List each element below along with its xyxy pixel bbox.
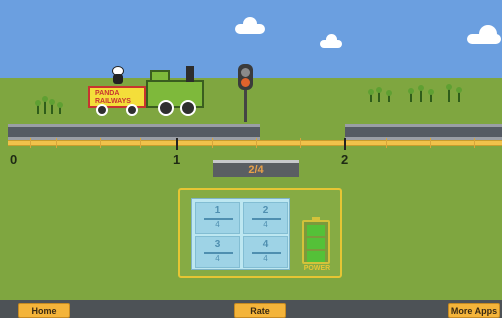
tick-label-2: 2 xyxy=(341,152,349,167)
fraction-card[interactable]: 4 4 xyxy=(243,236,288,268)
number-line-tie xyxy=(300,138,301,148)
fraction-card[interactable]: 2 4 xyxy=(243,202,288,234)
tree-cluster-right xyxy=(368,84,468,102)
fraction-card-grid: 1 4 2 4 3 4 4 4 xyxy=(191,198,290,270)
wheel-icon xyxy=(126,104,138,116)
game-stage: PANDA RAILWAYS 0 1 2 2/4 1 4 2 4 3 4 4 4… xyxy=(0,0,502,318)
number-line-tie xyxy=(256,138,257,148)
card-denominator: 4 xyxy=(215,220,220,229)
number-line-tie xyxy=(140,138,141,148)
fraction-display: 2/4 xyxy=(213,160,299,177)
traffic-signal-icon xyxy=(238,64,253,90)
number-line-tie xyxy=(30,138,31,148)
more-apps-button[interactable]: More Apps xyxy=(448,303,500,318)
card-denominator: 4 xyxy=(215,254,220,263)
card-numerator: 4 xyxy=(262,239,269,250)
chimney xyxy=(186,66,194,82)
tick-label-0: 0 xyxy=(10,152,18,167)
fraction-card[interactable]: 3 4 xyxy=(195,236,240,268)
home-button[interactable]: Home xyxy=(18,303,70,318)
rate-button[interactable]: Rate xyxy=(234,303,286,318)
battery-cell xyxy=(307,225,325,236)
number-line-tie xyxy=(100,138,101,148)
number-line xyxy=(8,140,502,146)
power-label: POWER xyxy=(303,265,331,272)
number-line-tie xyxy=(386,138,387,148)
fraction-value: 2/4 xyxy=(248,164,264,176)
battery-cell xyxy=(307,251,325,262)
panda-icon xyxy=(110,66,126,84)
number-line-tie xyxy=(212,138,213,148)
answer-panel: 1 4 2 4 3 4 4 4 POWER xyxy=(178,188,342,278)
wagon: PANDA RAILWAYS xyxy=(88,86,146,108)
wheel-icon xyxy=(158,100,174,116)
wheel-icon xyxy=(96,104,108,116)
fraction-card[interactable]: 1 4 xyxy=(195,202,240,234)
tick-mark-1 xyxy=(176,138,178,150)
number-line-tie xyxy=(56,138,57,148)
tree-cluster-left xyxy=(35,96,65,114)
card-numerator: 3 xyxy=(214,239,221,250)
cloud xyxy=(467,25,501,44)
number-line-tie xyxy=(430,138,431,148)
tick-label-1: 1 xyxy=(173,152,181,167)
wheel-icon xyxy=(180,100,196,116)
panda-train: PANDA RAILWAYS xyxy=(88,66,218,118)
card-denominator: 4 xyxy=(263,220,268,229)
card-numerator: 2 xyxy=(262,205,269,216)
cloud xyxy=(320,34,342,48)
card-numerator: 1 xyxy=(214,205,221,216)
number-line-tie xyxy=(474,138,475,148)
cloud xyxy=(235,17,265,34)
card-denominator: 4 xyxy=(263,254,268,263)
tick-mark-2 xyxy=(344,138,346,150)
battery-icon xyxy=(302,217,330,264)
battery-cell xyxy=(307,238,325,249)
